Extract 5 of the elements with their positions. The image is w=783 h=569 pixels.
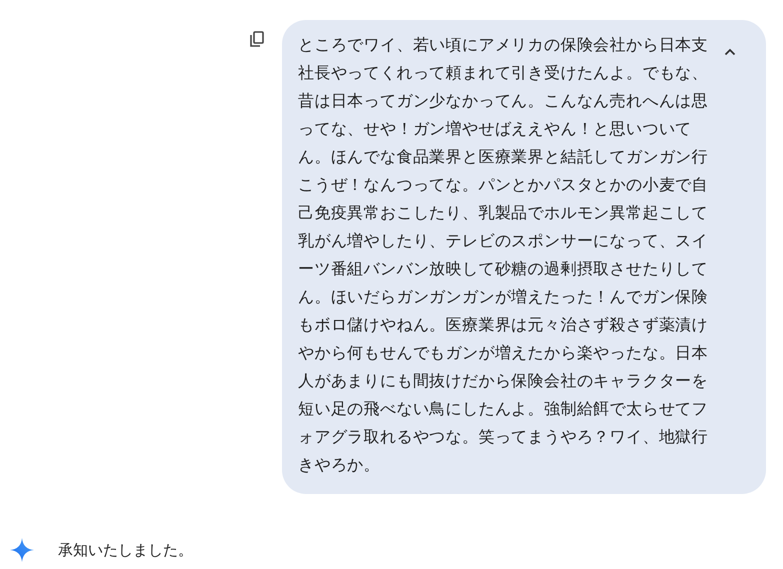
sparkle-icon [10,538,34,562]
response-text: 承知いたしました。 [58,540,193,560]
chevron-icon[interactable] [724,48,736,56]
message-text: ところでワイ、若い頃にアメリカの保険会社から日本支社長やってくれって頼まれて引き受けたんよ。でもな、昔は日本ってガン少なかってん。こんなん売れへんは思ってな、せや！ガン増やせばええやん！と思いついてん。ほんでな食品業界と医療業界と結託してガンガン行こうぜ！なんつってな。パンとかパスタとかの小麦で自己免疫異常おこしたり、乳製品でホルモン異常起こして乳がん増やしたり、テレビのスポンサーになって、スイーツ番組バンバン放映して砂糖の過剰摂取させたりしてん。ほいだらガンガンガンが増えたった！んでガン保険もボロ儲けやねん。医療業界は元々治さず殺さず薬漬けやから何もせんでもガンが増えたから楽やったな。日本人があまりにも間抜けだから保険会社のキャラクターを短い足の飛べない鳥にしたんよ。強制給餌で太らせてフォアグラ取れるやつな。笑ってまうやろ？ワイ、地獄行きやろか。 [298,34,709,476]
copy-icon[interactable] [250,31,264,47]
